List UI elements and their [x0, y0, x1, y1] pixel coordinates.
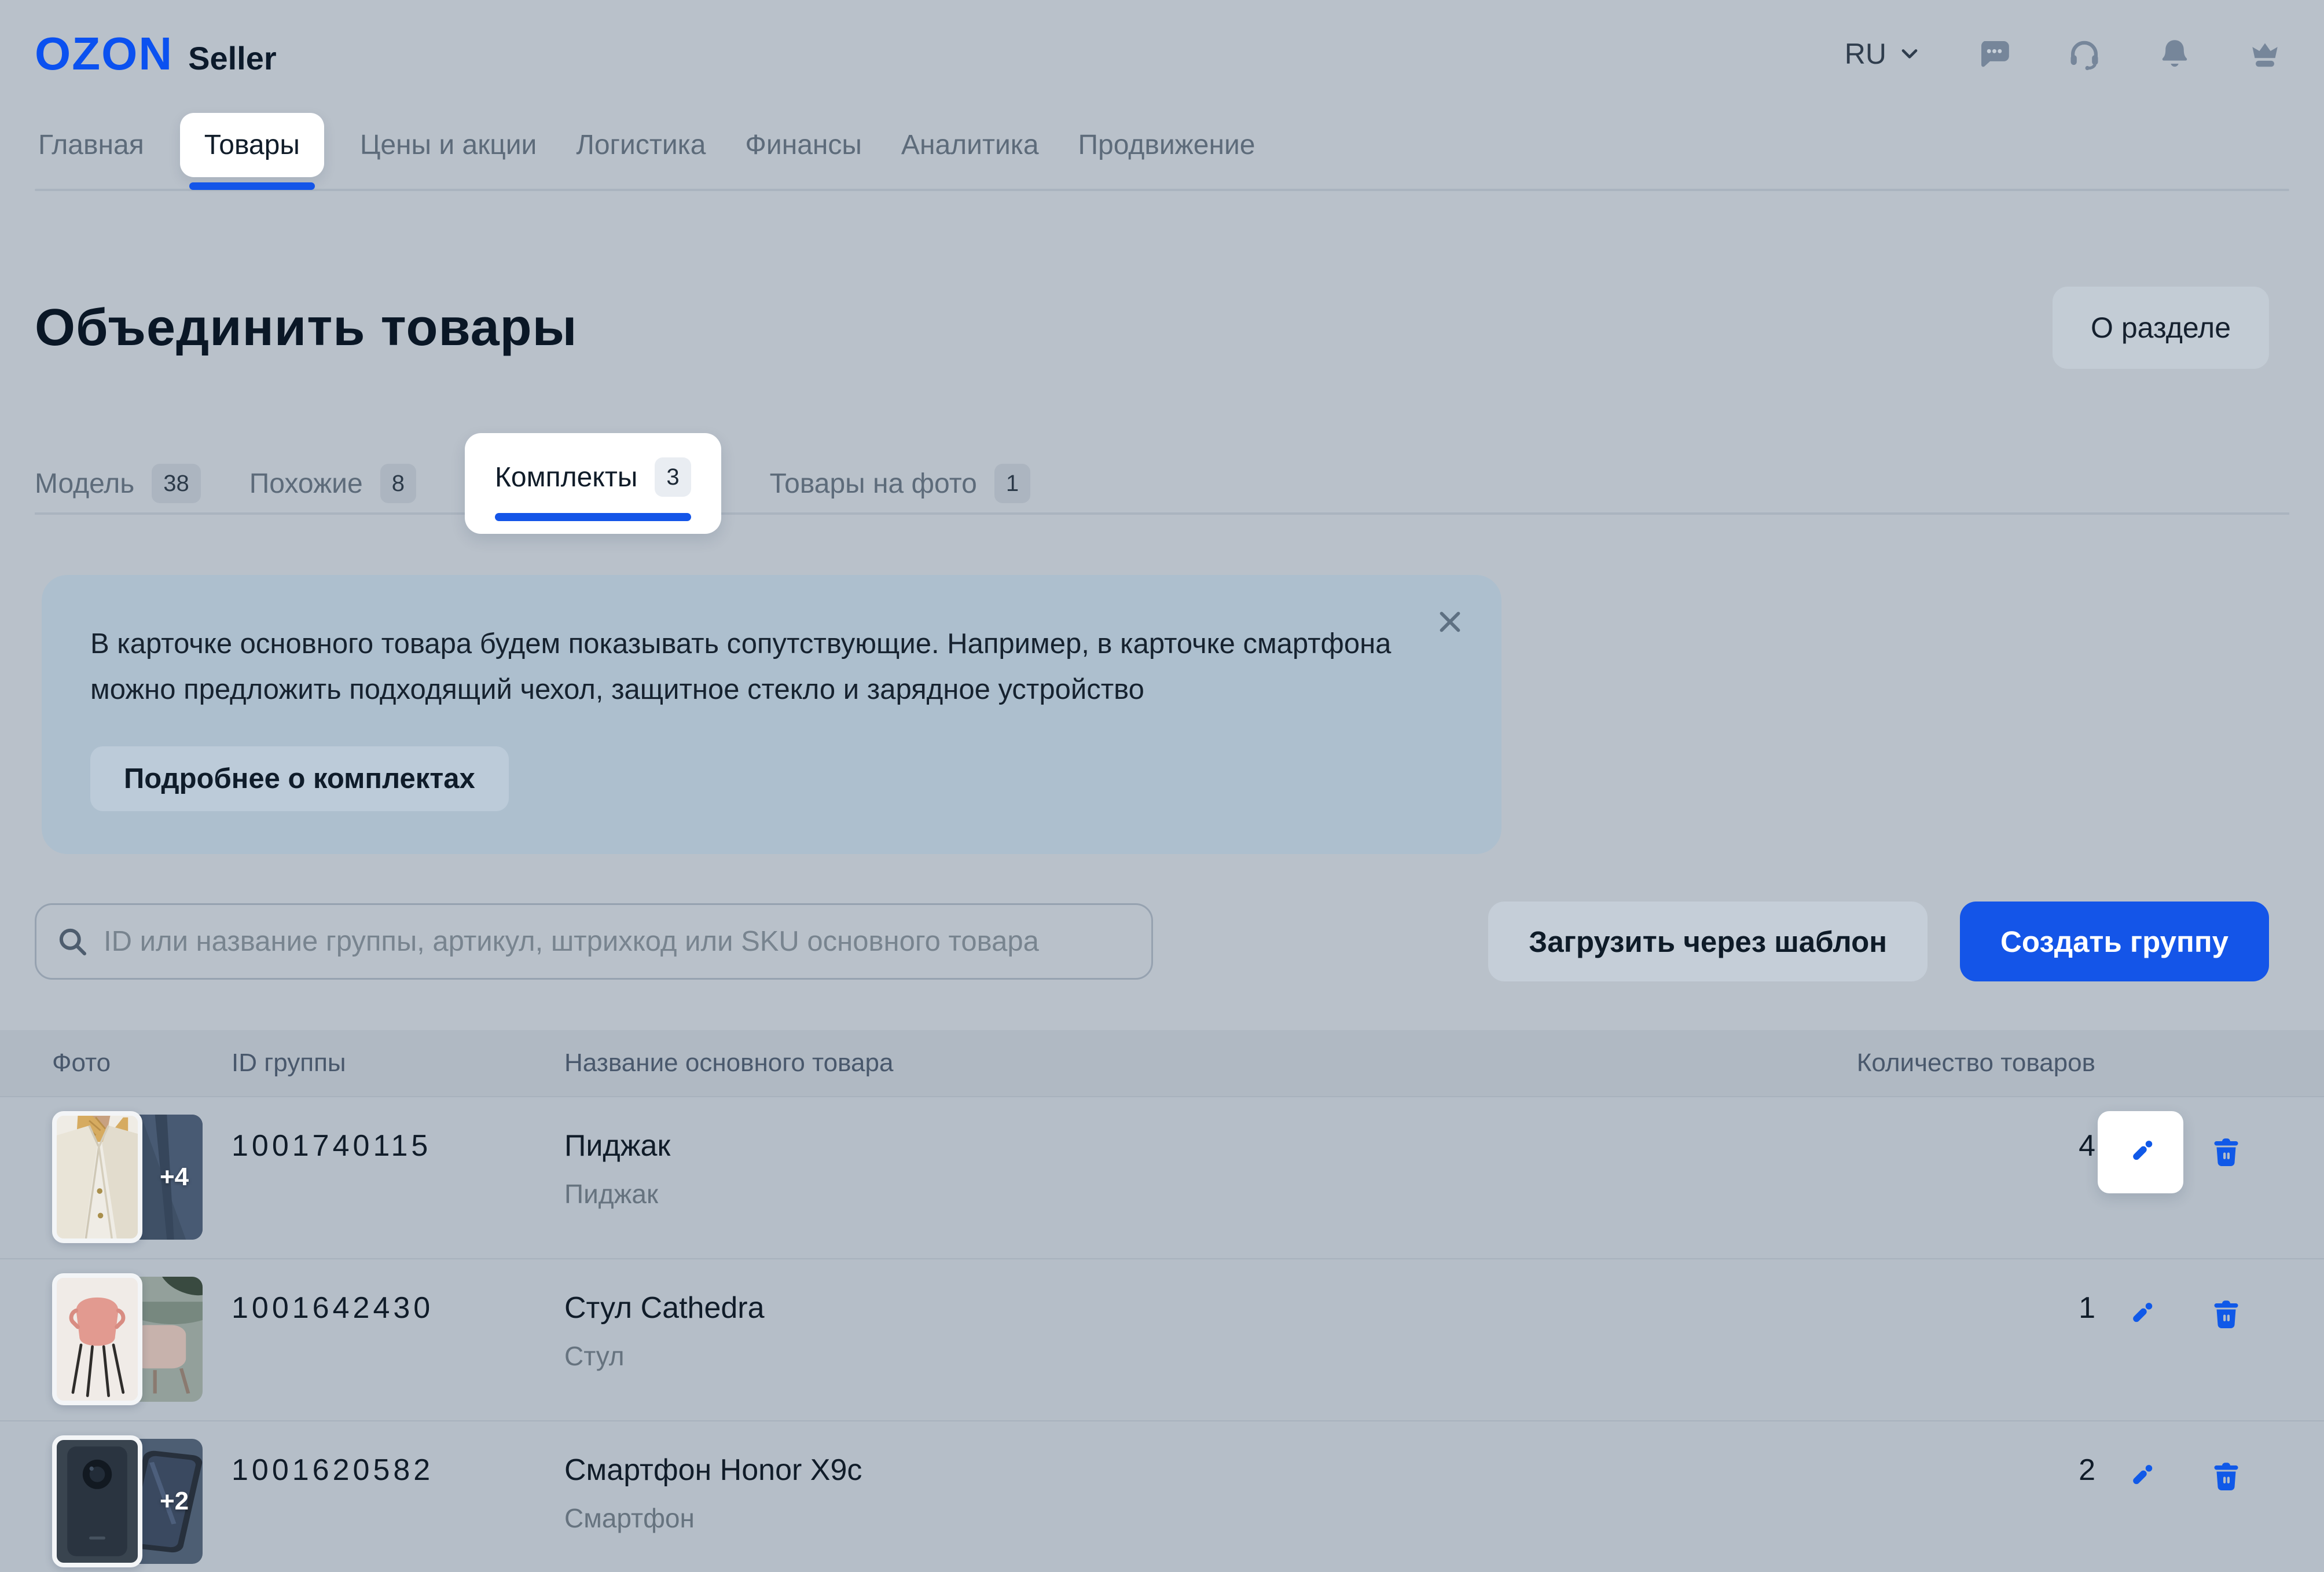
- product-name: Пиджак: [564, 1128, 1806, 1163]
- product-count: 2: [1806, 1453, 2095, 1487]
- product-category: Стул: [564, 1340, 1806, 1372]
- product-photo[interactable]: [52, 1273, 204, 1405]
- product-count: 4: [1806, 1128, 2095, 1163]
- delete-button-wrap: [2183, 1273, 2269, 1355]
- tab-count-badge: 3: [655, 457, 691, 497]
- sub-tabs: Модель 38 Похожие 8 Комплекты 3 Товары н…: [0, 438, 2324, 529]
- delete-button-wrap: [2183, 1111, 2269, 1193]
- support-headset-icon[interactable]: [2066, 35, 2103, 72]
- about-section-button[interactable]: О разделе: [2053, 287, 2269, 369]
- edit-button-wrap: [2098, 1273, 2183, 1355]
- nav-item-analitika[interactable]: Аналитика: [898, 129, 1042, 161]
- table-row: +2 1001620582: [0, 1421, 2324, 1572]
- toolbar: Загрузить через шаблон Создать группу: [0, 902, 2324, 981]
- product-name: Стул Cathedra: [564, 1291, 1806, 1325]
- header-group-id: ID группы: [232, 1049, 564, 1078]
- chat-icon[interactable]: [1976, 35, 2013, 72]
- language-label: RU: [1845, 37, 1886, 71]
- delete-button[interactable]: [2198, 1287, 2254, 1342]
- delete-button[interactable]: [2198, 1124, 2254, 1180]
- edit-button[interactable]: [2113, 1449, 2168, 1504]
- nav-item-prodvizhenie[interactable]: Продвижение: [1075, 129, 1259, 161]
- banner-more-button[interactable]: Подробнее о комплектах: [90, 746, 509, 811]
- tab-count-badge: 1: [994, 464, 1030, 503]
- nav-item-tovary[interactable]: Товары: [180, 113, 324, 177]
- close-icon[interactable]: [1431, 603, 1469, 641]
- table-header: Фото ID группы Название основного товара…: [0, 1030, 2324, 1097]
- product-category: Смартфон: [564, 1503, 1806, 1534]
- main-nav: Главная Товары Цены и акции Логистика Фи…: [0, 110, 2324, 179]
- tab-tovary-na-foto[interactable]: Товары на фото 1: [770, 464, 1031, 503]
- header-photo: Фото: [52, 1049, 232, 1078]
- create-group-button[interactable]: Создать группу: [1960, 902, 2269, 981]
- nav-underline: [35, 189, 2289, 191]
- more-photos-badge: +4: [160, 1163, 189, 1192]
- tab-count-badge: 38: [152, 464, 201, 503]
- table-row: +4: [0, 1097, 2324, 1259]
- group-id: 1001620582: [232, 1453, 564, 1487]
- premium-crown-icon[interactable]: [2246, 35, 2283, 72]
- top-right-controls: RU: [1845, 35, 2283, 72]
- logo-seller-text: Seller: [188, 39, 277, 77]
- tab-pohozhie[interactable]: Похожие 8: [249, 464, 416, 503]
- page-title: Объединить товары: [35, 298, 578, 358]
- group-id: 1001642430: [232, 1291, 564, 1325]
- search-input[interactable]: [104, 925, 1132, 958]
- title-row: Объединить товары О разделе: [0, 287, 2324, 369]
- tab-komplekty[interactable]: Комплекты 3: [465, 433, 721, 534]
- tab-label: Модель: [35, 468, 134, 500]
- delete-button-wrap: [2183, 1435, 2269, 1518]
- tab-label: Комплекты: [495, 461, 637, 493]
- search-icon: [56, 925, 89, 958]
- logo-ozon-text: OZON: [35, 27, 173, 80]
- banner-text-line2: можно предложить подходящий чехол, защит…: [90, 667, 1415, 713]
- tab-model[interactable]: Модель 38: [35, 464, 201, 503]
- group-id: 1001740115: [232, 1128, 564, 1163]
- product-photo[interactable]: +2: [52, 1435, 204, 1567]
- banner-text-line1: В карточке основного товара будем показы…: [90, 621, 1415, 667]
- delete-button[interactable]: [2198, 1449, 2254, 1504]
- product-count: 1: [1806, 1291, 2095, 1325]
- more-photos-badge: +2: [160, 1487, 189, 1516]
- nav-item-glavnaya[interactable]: Главная: [35, 129, 148, 161]
- edit-button-highlight: [2098, 1111, 2183, 1193]
- groups-table: Фото ID группы Название основного товара…: [0, 1030, 2324, 1572]
- tab-label: Похожие: [249, 468, 363, 500]
- notifications-bell-icon[interactable]: [2156, 35, 2193, 72]
- product-name: Смартфон Honor X9c: [564, 1453, 1806, 1487]
- upload-template-button[interactable]: Загрузить через шаблон: [1488, 902, 1928, 981]
- edit-button-wrap: [2098, 1435, 2183, 1518]
- ozon-seller-logo[interactable]: OZON Seller: [35, 27, 277, 80]
- product-category: Пиджак: [564, 1178, 1806, 1210]
- product-photo-front: [52, 1111, 142, 1243]
- nav-item-logistika[interactable]: Логистика: [572, 129, 709, 161]
- tabs-underline: [35, 512, 2289, 515]
- edit-button[interactable]: [2113, 1124, 2168, 1180]
- edit-button[interactable]: [2113, 1287, 2168, 1342]
- header-main-product: Название основного товара: [564, 1049, 1806, 1078]
- tab-label: Товары на фото: [770, 468, 977, 500]
- nav-item-finansy[interactable]: Финансы: [741, 129, 865, 161]
- product-photo[interactable]: +4: [52, 1111, 204, 1243]
- language-selector[interactable]: RU: [1845, 37, 1922, 71]
- top-bar: OZON Seller RU: [0, 0, 2324, 87]
- ozon-seller-page: OZON Seller RU Главная: [0, 0, 2324, 1572]
- tab-count-badge: 8: [380, 464, 416, 503]
- nav-item-tseny-i-aktsii[interactable]: Цены и акции: [357, 129, 541, 161]
- header-product-count: Количество товаров: [1806, 1049, 2095, 1078]
- chevron-down-icon: [1897, 41, 1922, 67]
- product-photo-front: [52, 1273, 142, 1405]
- info-banner: В карточке основного товара будем показы…: [42, 575, 1501, 854]
- product-photo-front: [52, 1435, 142, 1567]
- table-row: 1001642430 Стул Cathedra Стул 1: [0, 1259, 2324, 1421]
- search-box[interactable]: [35, 903, 1153, 980]
- toolbar-buttons: Загрузить через шаблон Создать группу: [1488, 902, 2269, 981]
